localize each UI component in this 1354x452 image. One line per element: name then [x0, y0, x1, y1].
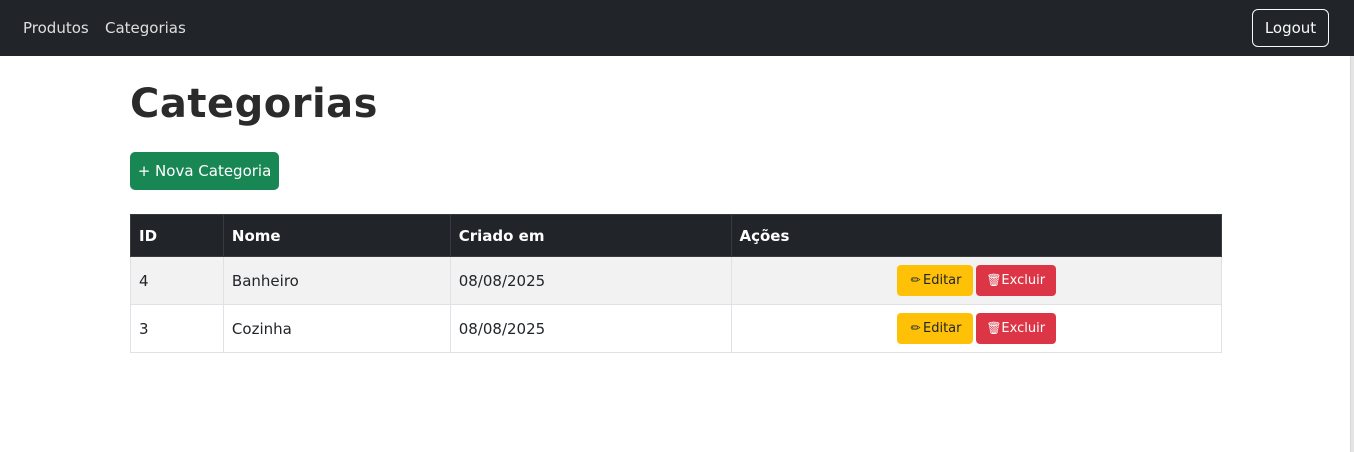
page-title: Categorias: [130, 81, 378, 127]
edit-label: Editar: [923, 273, 962, 288]
delete-label: Excluir: [1001, 321, 1046, 336]
trash-icon: 🗑: [986, 273, 1002, 287]
edit-button[interactable]: ✏ Editar: [896, 265, 973, 296]
header-criado-em: Criado em: [449, 214, 732, 257]
cell-nome: Cozinha: [222, 304, 451, 353]
header-id: ID: [130, 214, 224, 257]
trash-icon: 🗑: [986, 321, 1002, 335]
delete-button[interactable]: 🗑Excluir: [975, 313, 1056, 344]
nav-link-categorias[interactable]: Categorias: [105, 0, 186, 56]
cell-nome: Banheiro: [222, 256, 451, 305]
edit-button[interactable]: ✏ Editar: [896, 313, 973, 344]
table-row: 4 Banheiro 08/08/2025 ✏ Editar 🗑Excluir: [130, 256, 1222, 305]
scrollbar-track[interactable]: [1350, 56, 1354, 452]
cell-criado-em: 08/08/2025: [449, 256, 732, 305]
cell-acoes: ✏ Editar 🗑Excluir: [730, 256, 1222, 305]
header-acoes: Ações: [730, 214, 1222, 257]
cell-criado-em: 08/08/2025: [449, 304, 732, 353]
cell-id: 4: [130, 256, 224, 305]
cell-acoes: ✏ Editar 🗑Excluir: [730, 304, 1222, 353]
table-row: 3 Cozinha 08/08/2025 ✏ Editar 🗑Excluir: [130, 304, 1222, 353]
delete-label: Excluir: [1001, 273, 1046, 288]
delete-button[interactable]: 🗑Excluir: [975, 265, 1056, 296]
pencil-icon: ✏: [910, 321, 921, 335]
categories-table: ID Nome Criado em Ações 4 Banheiro 08/08…: [130, 214, 1222, 353]
edit-label: Editar: [923, 321, 962, 336]
table-header-row: ID Nome Criado em Ações: [130, 214, 1222, 257]
pencil-icon: ✏: [910, 273, 921, 287]
cell-id: 3: [130, 304, 224, 353]
nav-link-produtos[interactable]: Produtos: [23, 0, 89, 56]
top-navbar: Produtos Categorias Logout: [0, 0, 1354, 56]
header-nome: Nome: [222, 214, 451, 257]
logout-button[interactable]: Logout: [1252, 9, 1329, 47]
new-category-button[interactable]: + Nova Categoria: [130, 152, 279, 190]
